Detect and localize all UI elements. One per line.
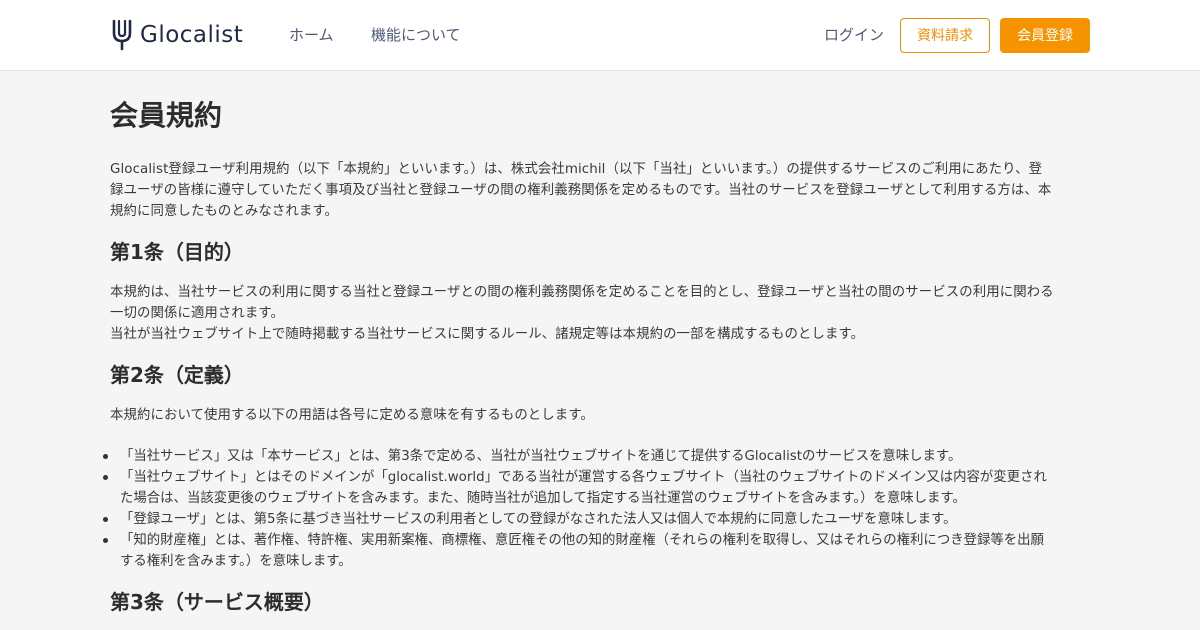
article-1-line: 本規約は、当社サービスの利用に関する当社と登録ユーザとの間の権利義務関係を定める… <box>110 285 1054 300</box>
article-1-body: 本規約は、当社サービスの利用に関する当社と登録ユーザとの間の権利義務関係を定める… <box>110 282 1092 345</box>
list-item: 「当社ウェブサイト」とはそのドメインが「glocalist.world」である当… <box>103 467 1092 509</box>
article-2-intro-line: 本規約において使用する以下の用語は各号に定める意味を有するものとします。 <box>110 408 594 423</box>
bullet-icon <box>103 538 108 543</box>
nav-home[interactable]: ホーム <box>289 25 334 45</box>
register-button[interactable]: 会員登録 <box>1000 18 1090 53</box>
bullet-icon <box>103 517 108 522</box>
list-item-text: 「知的財産権」とは、著作権、特許権、実用新案権、商標権、意匠権その他の知的財産権… <box>120 533 1044 548</box>
nav-features[interactable]: 機能について <box>371 25 461 45</box>
intro-paragraph: Glocalist登録ユーザ利用規約（以下「本規約」といいます。）は、株式会社m… <box>110 159 1092 222</box>
page-title: 会員規約 <box>110 99 223 132</box>
list-item: 「当社サービス」又は「本サービス」とは、第3条で定める、当社が当社ウェブサイトを… <box>103 446 1092 467</box>
list-item-text: する権利を含みます。）を意味します。 <box>120 554 352 569</box>
logo-icon <box>112 19 132 51</box>
logo-text: Glocalist <box>140 22 244 48</box>
bullet-icon <box>103 454 108 459</box>
nav-login[interactable]: ログイン <box>824 25 884 45</box>
article-1-line: 当社が当社ウェブサイト上で随時掲載する当社サービスに関するルール、諸規定等は本規… <box>110 327 865 342</box>
logo[interactable]: Glocalist <box>110 18 243 52</box>
request-docs-button[interactable]: 資料請求 <box>900 18 990 53</box>
list-item-text: 「当社ウェブサイト」とはそのドメインが「glocalist.world」である当… <box>120 470 1047 485</box>
definitions-list: 「当社サービス」又は「本サービス」とは、第3条で定める、当社が当社ウェブサイトを… <box>103 446 1092 572</box>
site-header: Glocalist ホーム 機能について ログイン 資料請求 会員登録 <box>0 0 1200 71</box>
list-item: 「知的財産権」とは、著作権、特許権、実用新案権、商標権、意匠権その他の知的財産権… <box>103 530 1092 572</box>
list-item-text: た場合は、当該変更後のウェブサイトを含みます。また、随時当社が追加して指定する当… <box>120 491 966 506</box>
bullet-icon <box>103 475 108 480</box>
article-2-title: 第2条（定義） <box>110 363 244 387</box>
list-item-text: 「当社サービス」又は「本サービス」とは、第3条で定める、当社が当社ウェブサイトを… <box>120 449 962 464</box>
list-item: 「登録ユーザ」とは、第5条に基づき当社サービスの利用者としての登録がなされた法人… <box>103 509 1092 530</box>
article-1-line: 一切の関係に適用されます。 <box>110 306 285 321</box>
article-3-title: 第3条（サービス概要） <box>110 590 324 614</box>
intro-line: Glocalist登録ユーザ利用規約（以下「本規約」といいます。）は、株式会社m… <box>110 162 1043 177</box>
intro-line: 録ユーザの皆様に遵守していただく事項及び当社と登録ユーザの間の権利義務関係を定め… <box>110 183 1052 198</box>
list-item-text: 「登録ユーザ」とは、第5条に基づき当社サービスの利用者としての登録がなされた法人… <box>120 512 957 527</box>
article-2-intro: 本規約において使用する以下の用語は各号に定める意味を有するものとします。 <box>110 405 1092 426</box>
article-1-title: 第1条（目的） <box>110 240 244 264</box>
intro-line: 規約に同意したものとみなされます。 <box>110 204 338 219</box>
